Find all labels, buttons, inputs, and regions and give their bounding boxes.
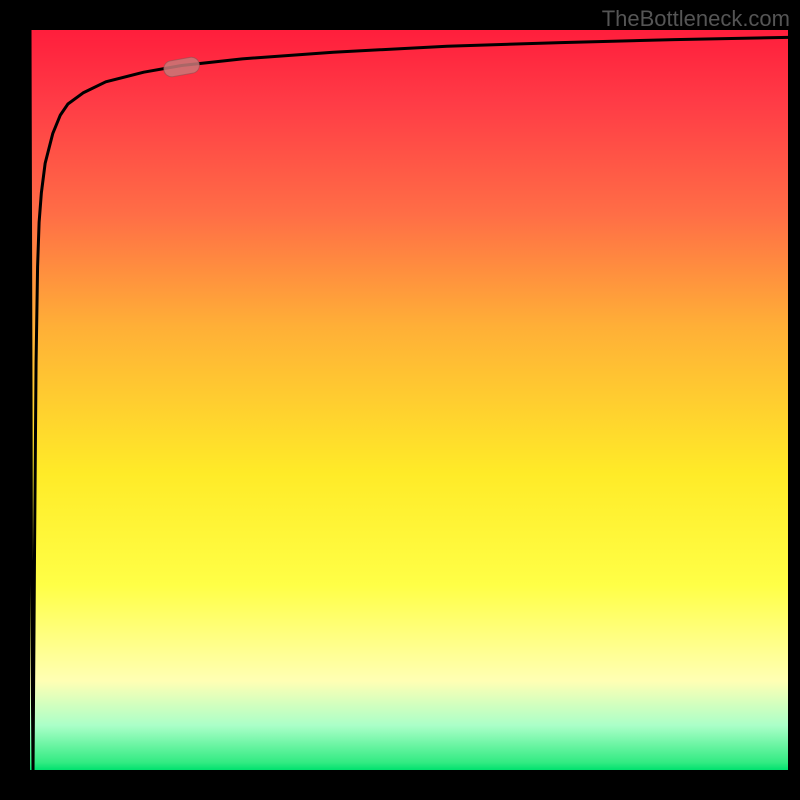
chart-svg — [30, 30, 788, 770]
watermark-text: TheBottleneck.com — [602, 6, 790, 32]
plot-frame — [30, 30, 788, 770]
bottleneck-curve — [30, 30, 788, 770]
curve-marker — [162, 56, 200, 78]
